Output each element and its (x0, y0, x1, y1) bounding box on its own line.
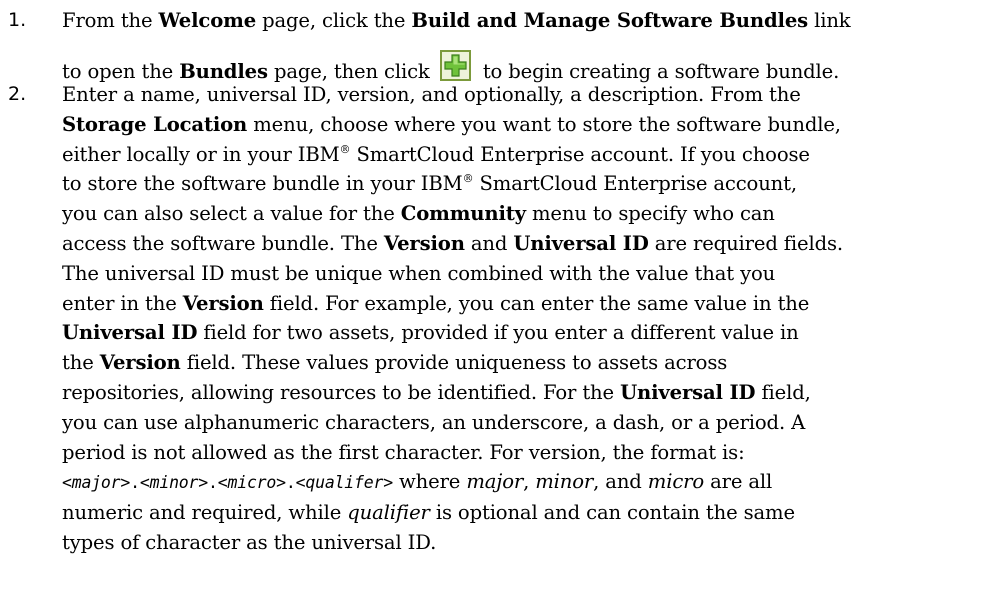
step-1-text: From the Welcome page, click the Build a… (62, 6, 1006, 87)
step-1-line-1: From the Welcome page, click the Build a… (62, 9, 851, 32)
build-manage-link-label: Build and Manage Software Bundles (411, 9, 809, 32)
step-1-number: 1. (8, 9, 27, 31)
document-page: 1. From the Welcome page, click the Buil… (0, 0, 1008, 615)
add-icon (439, 49, 471, 81)
version-format-line: <major>.<minor>.<micro>.<qualifer> where… (62, 470, 773, 494)
welcome-label: Welcome (158, 9, 257, 32)
step-2-number: 2. (8, 83, 27, 105)
step-2-text: Enter a name, universal ID, version, and… (62, 80, 1006, 558)
